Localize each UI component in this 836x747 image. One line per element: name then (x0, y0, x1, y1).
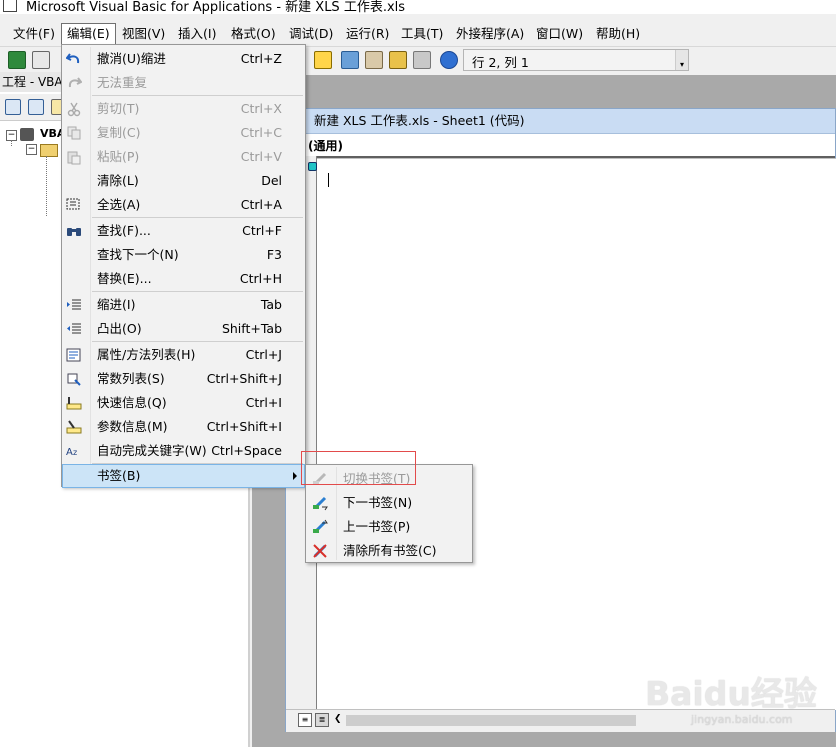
svg-text:z: z (73, 448, 77, 457)
svg-text:A: A (66, 447, 73, 458)
menu-run[interactable]: 运行(R) (341, 24, 394, 44)
previous-bookmark-icon (313, 519, 328, 534)
select-all-icon (66, 198, 80, 210)
complete-word-icon: Az (66, 447, 77, 458)
app-icon (3, 0, 17, 12)
vba-project-icon (20, 128, 34, 141)
edit-menu-dropdown: 撤消(U)缩进 Ctrl+Z 无法重复 剪切(T) Ctrl+X 复制(C) C… (61, 44, 306, 488)
submenu-item-previous-bookmark[interactable]: 上一书签(P) (306, 515, 472, 539)
code-window-title: 新建 XLS 工作表.xls - Sheet1 (代码) (314, 113, 525, 128)
watermark-url: jingyan.baidu.com (691, 713, 793, 726)
baidu-watermark: Baidu经验 jingyan.baidu.com (645, 655, 835, 735)
menu-item-parameter-info[interactable]: 参数信息(M) Ctrl+Shift+I (62, 415, 305, 439)
toolbox-icon[interactable] (413, 51, 431, 69)
menu-item-copy[interactable]: 复制(C) Ctrl+C (62, 121, 305, 145)
undo-icon (66, 53, 80, 64)
design-mode-icon[interactable] (314, 51, 332, 69)
indent-icon (67, 299, 81, 310)
copy-icon (67, 126, 81, 140)
watermark-logo-text: Baidu经验 (645, 674, 817, 713)
folder-icon (40, 144, 58, 157)
menu-insert[interactable]: 插入(I) (173, 24, 221, 44)
outdent-icon (67, 323, 81, 334)
menu-view[interactable]: 视图(V) (117, 24, 170, 44)
submenu-arrow-icon (293, 472, 297, 480)
quick-info-icon (66, 397, 82, 410)
annotation-highlight-box (301, 451, 416, 485)
menu-tools[interactable]: 工具(T) (396, 24, 448, 44)
menu-window[interactable]: 窗口(W) (531, 24, 588, 44)
code-editor[interactable] (317, 158, 836, 710)
menu-file[interactable]: 文件(F) (8, 24, 60, 44)
menu-item-find-next[interactable]: 查找下一个(N) F3 (62, 243, 305, 267)
scroll-left-icon[interactable]: ❮ (334, 714, 342, 724)
properties-window-icon[interactable] (365, 51, 383, 69)
menu-item-find[interactable]: 查找(F)... Ctrl+F (62, 219, 305, 243)
next-bookmark-icon (313, 496, 328, 511)
insert-userform-icon[interactable] (32, 51, 50, 69)
menu-item-select-all[interactable]: 全选(A) Ctrl+A (62, 193, 305, 217)
window-title: Microsoft Visual Basic for Applications … (26, 0, 406, 14)
menu-item-bookmarks[interactable]: 书签(B) (62, 464, 305, 488)
menu-item-cut[interactable]: 剪切(T) Ctrl+X (62, 97, 305, 121)
menu-edit[interactable]: 编辑(E) (61, 23, 116, 45)
code-window-title-bar[interactable]: 新建 XLS 工作表.xls - Sheet1 (代码) (286, 109, 835, 134)
menu-addins[interactable]: 外接程序(A) (451, 24, 529, 44)
object-combo-value: (通用) (308, 139, 343, 153)
menu-format[interactable]: 格式(O) (226, 24, 281, 44)
horizontal-scrollbar[interactable] (346, 715, 636, 726)
menu-item-clear[interactable]: 清除(L) Del (62, 169, 305, 193)
cursor-position-text: 行 2, 列 1 (472, 55, 529, 70)
view-object-icon[interactable] (28, 99, 44, 115)
menu-item-paste[interactable]: 粘贴(P) Ctrl+V (62, 145, 305, 169)
redo-icon (68, 77, 82, 88)
menu-bar: 文件(F) 编辑(E) 视图(V) 插入(I) 格式(O) 调试(D) 运行(R… (0, 20, 836, 47)
cursor-position-field: 行 2, 列 1 ▾ (463, 49, 689, 71)
submenu-item-clear-all-bookmarks[interactable]: 清除所有书签(C) (306, 539, 472, 563)
cut-icon (67, 102, 81, 117)
bookmark-marker-icon (308, 162, 317, 171)
menu-debug[interactable]: 调试(D) (284, 24, 338, 44)
excel-icon[interactable] (8, 51, 26, 69)
menu-help[interactable]: 帮助(H) (591, 24, 645, 44)
list-properties-icon (66, 348, 81, 362)
menu-item-outdent[interactable]: 凸出(O) Shift+Tab (62, 317, 305, 341)
menu-item-list-properties[interactable]: 属性/方法列表(H) Ctrl+J (62, 343, 305, 367)
binoculars-icon (67, 228, 81, 236)
help-icon[interactable] (440, 51, 458, 69)
paste-icon (67, 151, 81, 165)
menu-item-indent[interactable]: 缩进(I) Tab (62, 293, 305, 317)
view-code-icon[interactable] (5, 99, 21, 115)
full-module-view-icon[interactable]: ≣ (315, 713, 329, 727)
toolbar-options-icon[interactable]: ▾ (675, 50, 688, 70)
list-constants-icon (67, 373, 81, 386)
menu-item-redo[interactable]: 无法重复 (62, 71, 305, 95)
procedure-view-icon[interactable]: ≡ (298, 713, 312, 727)
text-caret (328, 173, 329, 187)
clear-bookmarks-icon (313, 544, 327, 558)
submenu-item-next-bookmark[interactable]: 下一书签(N) (306, 491, 472, 515)
title-bar: Microsoft Visual Basic for Applications … (0, 0, 836, 14)
menu-item-replace[interactable]: 替换(E)... Ctrl+H (62, 267, 305, 291)
code-window: 新建 XLS 工作表.xls - Sheet1 (代码) (通用) ≡ ≣ ❮ (285, 108, 836, 732)
project-explorer-icon[interactable] (341, 51, 359, 69)
menu-item-complete-word[interactable]: Az 自动完成关键字(W) Ctrl+Space (62, 439, 305, 463)
object-browser-icon[interactable] (389, 51, 407, 69)
object-combo[interactable]: (通用) (286, 134, 835, 158)
menu-item-quick-info[interactable]: 快速信息(Q) Ctrl+I (62, 391, 305, 415)
parameter-info-icon (66, 420, 82, 434)
menu-item-undo[interactable]: 撤消(U)缩进 Ctrl+Z (62, 47, 305, 71)
tree-collapse-icon[interactable]: − (26, 144, 37, 155)
menu-item-list-constants[interactable]: 常数列表(S) Ctrl+Shift+J (62, 367, 305, 391)
